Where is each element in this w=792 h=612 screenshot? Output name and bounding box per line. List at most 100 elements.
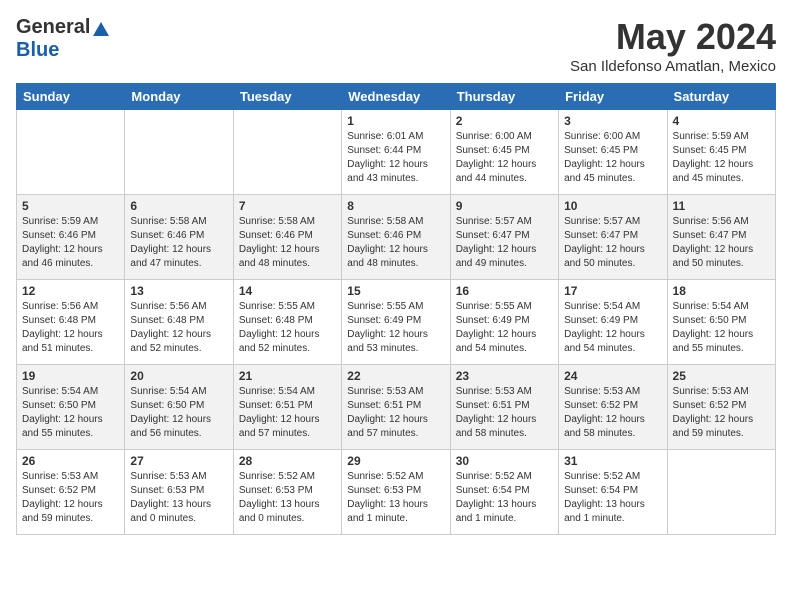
day-info: Sunrise: 5:52 AM Sunset: 6:54 PM Dayligh… xyxy=(456,470,553,526)
day-header-wednesday: Wednesday xyxy=(342,84,450,110)
day-number: 26 xyxy=(22,454,119,468)
calendar-day-14: 14 Sunrise: 5:55 AM Sunset: 6:48 PM Dayli… xyxy=(233,280,341,365)
day-number: 22 xyxy=(347,369,444,383)
day-number: 5 xyxy=(22,199,119,213)
day-number: 8 xyxy=(347,199,444,213)
calendar-day-23: 23Sunrise: 5:53 AM Sunset: 6:51 PM Dayli… xyxy=(450,365,558,450)
day-number: 2 xyxy=(456,114,553,128)
day-info: Sunrise: 5:53 AM Sunset: 6:53 PM Dayligh… xyxy=(130,470,227,526)
calendar-day-25: 25 Sunrise: 5:53 AM Sunset: 6:52 PM Dayli… xyxy=(667,365,775,450)
day-number: 9 xyxy=(456,199,553,213)
day-number: 29 xyxy=(347,454,444,468)
day-header-saturday: Saturday xyxy=(667,84,775,110)
calendar-day-31: 31Sunrise: 5:52 AM Sunset: 6:54 PM Dayli… xyxy=(559,450,667,535)
day-info: Sunrise: 5:53 AM Sunset: 6:52 PM Dayligh… xyxy=(673,385,770,441)
day-info: Sunrise: 5:58 AM Sunset: 6:46 PM Dayligh… xyxy=(347,215,444,271)
day-number: 13 xyxy=(130,284,227,298)
day-info: Sunrise: 5:54 AM Sunset: 6:50 PM Dayligh… xyxy=(130,385,227,441)
logo-icon xyxy=(92,20,110,38)
calendar-day-12: 12 Sunrise: 5:56 AM Sunset: 6:48 PM Dayli… xyxy=(17,280,125,365)
day-info: Sunrise: 5:53 AM Sunset: 6:52 PM Dayligh… xyxy=(22,470,119,526)
day-number: 17 xyxy=(564,284,661,298)
logo-blue-text: Blue xyxy=(16,39,59,61)
day-info: Sunrise: 5:53 AM Sunset: 6:52 PM Dayligh… xyxy=(564,385,661,441)
calendar-week-row: 12 Sunrise: 5:56 AM Sunset: 6:48 PM Dayli… xyxy=(17,280,776,365)
day-number: 19 xyxy=(22,369,119,383)
calendar-day-27: 27 Sunrise: 5:53 AM Sunset: 6:53 PM Dayli… xyxy=(125,450,233,535)
day-number: 30 xyxy=(456,454,553,468)
calendar-day-3: 3Sunrise: 6:00 AM Sunset: 6:45 PM Daylig… xyxy=(559,110,667,195)
calendar-day-18: 18 Sunrise: 5:54 AM Sunset: 6:50 PM Dayli… xyxy=(667,280,775,365)
calendar-day-29: 29 Sunrise: 5:52 AM Sunset: 6:53 PM Dayli… xyxy=(342,450,450,535)
day-info: Sunrise: 5:58 AM Sunset: 6:46 PM Dayligh… xyxy=(239,215,336,271)
day-number: 15 xyxy=(347,284,444,298)
day-header-friday: Friday xyxy=(559,84,667,110)
calendar-empty-cell xyxy=(17,110,125,195)
day-number: 3 xyxy=(564,114,661,128)
day-info: Sunrise: 5:55 AM Sunset: 6:49 PM Dayligh… xyxy=(456,300,553,356)
calendar-day-8: 8 Sunrise: 5:58 AM Sunset: 6:46 PM Daylig… xyxy=(342,195,450,280)
calendar-day-17: 17 Sunrise: 5:54 AM Sunset: 6:49 PM Dayli… xyxy=(559,280,667,365)
calendar-table: SundayMondayTuesdayWednesdayThursdayFrid… xyxy=(16,83,776,535)
month-title: May 2024 xyxy=(570,16,776,58)
day-number: 24 xyxy=(564,369,661,383)
calendar-day-24: 24 Sunrise: 5:53 AM Sunset: 6:52 PM Dayli… xyxy=(559,365,667,450)
day-number: 12 xyxy=(22,284,119,298)
day-info: Sunrise: 5:57 AM Sunset: 6:47 PM Dayligh… xyxy=(564,215,661,271)
day-info: Sunrise: 5:59 AM Sunset: 6:46 PM Dayligh… xyxy=(22,215,119,271)
day-number: 18 xyxy=(673,284,770,298)
calendar-header-row: SundayMondayTuesdayWednesdayThursdayFrid… xyxy=(17,84,776,110)
day-number: 11 xyxy=(673,199,770,213)
day-info: Sunrise: 5:54 AM Sunset: 6:50 PM Dayligh… xyxy=(673,300,770,356)
calendar-day-4: 4Sunrise: 5:59 AM Sunset: 6:45 PM Daylig… xyxy=(667,110,775,195)
calendar-week-row: 1 Sunrise: 6:01 AM Sunset: 6:44 PM Daylig… xyxy=(17,110,776,195)
day-info: Sunrise: 5:53 AM Sunset: 6:51 PM Dayligh… xyxy=(347,385,444,441)
day-info: Sunrise: 5:52 AM Sunset: 6:53 PM Dayligh… xyxy=(347,470,444,526)
calendar-day-16: 16 Sunrise: 5:55 AM Sunset: 6:49 PM Dayli… xyxy=(450,280,558,365)
day-info: Sunrise: 5:54 AM Sunset: 6:50 PM Dayligh… xyxy=(22,385,119,441)
day-number: 20 xyxy=(130,369,227,383)
location-title: San Ildefonso Amatlan, Mexico xyxy=(570,58,776,75)
day-info: Sunrise: 5:58 AM Sunset: 6:46 PM Dayligh… xyxy=(130,215,227,271)
title-area: May 2024 San Ildefonso Amatlan, Mexico xyxy=(570,16,776,75)
day-number: 27 xyxy=(130,454,227,468)
day-number: 6 xyxy=(130,199,227,213)
calendar-day-13: 13 Sunrise: 5:56 AM Sunset: 6:48 PM Dayli… xyxy=(125,280,233,365)
day-number: 14 xyxy=(239,284,336,298)
logo: General Blue xyxy=(16,16,110,62)
day-info: Sunrise: 6:01 AM Sunset: 6:44 PM Dayligh… xyxy=(347,130,444,186)
day-number: 1 xyxy=(347,114,444,128)
day-info: Sunrise: 5:59 AM Sunset: 6:45 PM Dayligh… xyxy=(673,130,770,186)
day-number: 31 xyxy=(564,454,661,468)
day-info: Sunrise: 5:55 AM Sunset: 6:48 PM Dayligh… xyxy=(239,300,336,356)
calendar-day-5: 5 Sunrise: 5:59 AM Sunset: 6:46 PM Daylig… xyxy=(17,195,125,280)
day-info: Sunrise: 5:56 AM Sunset: 6:48 PM Dayligh… xyxy=(130,300,227,356)
calendar-day-7: 7Sunrise: 5:58 AM Sunset: 6:46 PM Daylig… xyxy=(233,195,341,280)
day-number: 25 xyxy=(673,369,770,383)
day-number: 23 xyxy=(456,369,553,383)
day-header-monday: Monday xyxy=(125,84,233,110)
day-info: Sunrise: 5:54 AM Sunset: 6:49 PM Dayligh… xyxy=(564,300,661,356)
day-number: 10 xyxy=(564,199,661,213)
day-number: 16 xyxy=(456,284,553,298)
calendar-day-2: 2Sunrise: 6:00 AM Sunset: 6:45 PM Daylig… xyxy=(450,110,558,195)
calendar-empty-cell xyxy=(125,110,233,195)
day-number: 28 xyxy=(239,454,336,468)
day-info: Sunrise: 5:56 AM Sunset: 6:48 PM Dayligh… xyxy=(22,300,119,356)
day-info: Sunrise: 5:55 AM Sunset: 6:49 PM Dayligh… xyxy=(347,300,444,356)
day-info: Sunrise: 5:56 AM Sunset: 6:47 PM Dayligh… xyxy=(673,215,770,271)
calendar-day-21: 21Sunrise: 5:54 AM Sunset: 6:51 PM Dayli… xyxy=(233,365,341,450)
day-header-sunday: Sunday xyxy=(17,84,125,110)
calendar-day-26: 26 Sunrise: 5:53 AM Sunset: 6:52 PM Dayli… xyxy=(17,450,125,535)
day-info: Sunrise: 5:54 AM Sunset: 6:51 PM Dayligh… xyxy=(239,385,336,441)
calendar-day-20: 20 Sunrise: 5:54 AM Sunset: 6:50 PM Dayli… xyxy=(125,365,233,450)
header: General Blue May 2024 San Ildefonso Amat… xyxy=(16,16,776,75)
day-info: Sunrise: 5:57 AM Sunset: 6:47 PM Dayligh… xyxy=(456,215,553,271)
logo-general-text: General xyxy=(16,16,90,39)
day-header-tuesday: Tuesday xyxy=(233,84,341,110)
calendar-week-row: 26 Sunrise: 5:53 AM Sunset: 6:52 PM Dayli… xyxy=(17,450,776,535)
calendar-empty-cell xyxy=(233,110,341,195)
calendar-empty-cell xyxy=(667,450,775,535)
calendar-day-1: 1 Sunrise: 6:01 AM Sunset: 6:44 PM Daylig… xyxy=(342,110,450,195)
calendar-week-row: 5 Sunrise: 5:59 AM Sunset: 6:46 PM Daylig… xyxy=(17,195,776,280)
